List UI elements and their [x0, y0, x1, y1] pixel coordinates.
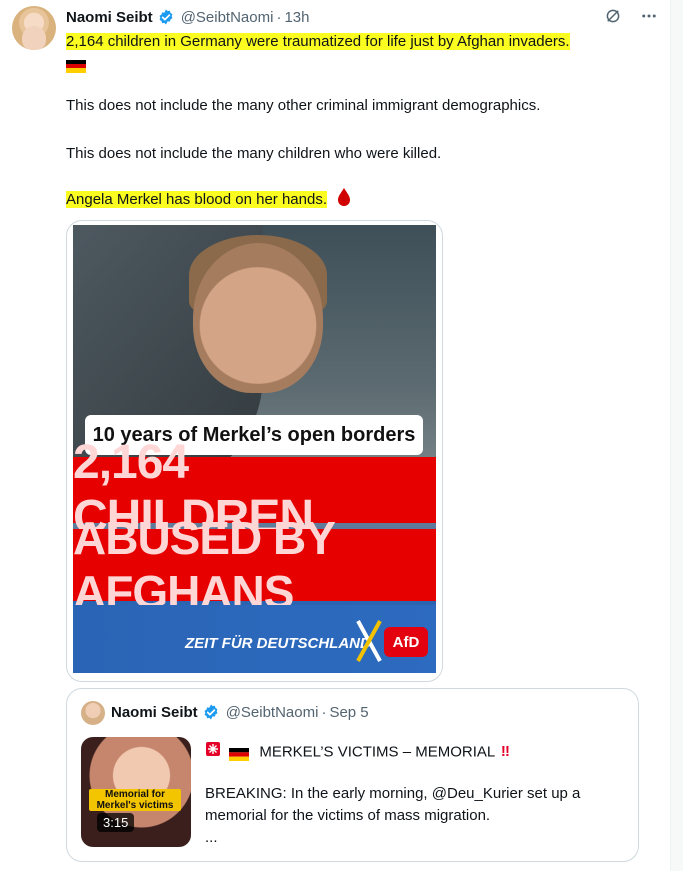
- tweet-header: Naomi Seibt @SeibtNaomi · 13h: [66, 6, 659, 28]
- author-name[interactable]: Naomi Seibt: [66, 9, 153, 26]
- german-flag-icon: [66, 59, 86, 73]
- separator-dot: ·: [276, 8, 282, 26]
- quoted-header: Naomi Seibt @SeibtNaomi · Sep 5: [111, 703, 369, 721]
- author-handle[interactable]: @SeibtNaomi: [181, 9, 274, 26]
- highlighted-text: 2,164 children in Germany were traumatiz…: [66, 33, 570, 50]
- german-flag-icon: [66, 56, 86, 76]
- quoted-handle[interactable]: @SeibtNaomi: [226, 704, 319, 721]
- post-image[interactable]: 10 years of Merkel’s open borders 2,164 …: [66, 220, 443, 682]
- quoted-date[interactable]: Sep 5: [329, 704, 368, 721]
- tweet-line-3: This does not include the many children …: [66, 145, 442, 162]
- blood-drop-icon: [337, 188, 351, 212]
- quoted-tweet-card[interactable]: Naomi Seibt @SeibtNaomi · Sep 5 Memorial…: [66, 688, 639, 862]
- german-flag-icon: [229, 746, 250, 761]
- tweet-line-4: Angela Merkel has blood on her hands.: [66, 188, 351, 212]
- video-duration: 3:15: [97, 813, 135, 832]
- image-bottom-bar: ZEIT FÜR DEUTSCHLAND. AfD: [73, 605, 436, 673]
- quoted-title: MERKEL’S VICTIMS – MEMORIAL: [259, 743, 495, 761]
- quoted-ellipsis: ...: [205, 829, 218, 846]
- header-actions: [603, 6, 659, 26]
- quoted-video-thumbnail[interactable]: Memorial for Merkel's victims 3:15: [81, 737, 191, 847]
- tweet-line-1: 2,164 children in Germany were traumatiz…: [66, 32, 570, 52]
- quoted-body-line-1: BREAKING: In the early morning, @Deu_Kur…: [205, 785, 581, 802]
- tweet-line-2: This does not include the many other cri…: [66, 97, 541, 114]
- quoted-title-line: MERKEL’S VICTIMS – MEMORIAL ‼: [205, 741, 510, 764]
- quoted-author-name[interactable]: Naomi Seibt: [111, 704, 198, 721]
- more-icon[interactable]: [639, 6, 659, 26]
- image-red-line-2: ABUSED BY AFGHANS: [73, 512, 436, 618]
- separator-dot: ·: [321, 703, 327, 721]
- verified-badge-icon: [202, 703, 220, 721]
- post-time[interactable]: 13h: [284, 9, 309, 26]
- siren-icon: [205, 741, 221, 764]
- image-slogan: ZEIT FÜR DEUTSCHLAND.: [185, 635, 375, 652]
- image-photo: 10 years of Merkel’s open borders 2,164 …: [73, 225, 436, 673]
- afd-x-icon: [356, 619, 382, 663]
- grok-icon[interactable]: [603, 6, 623, 26]
- child-face: [193, 243, 323, 393]
- double-exclamation-icon: ‼: [500, 743, 510, 761]
- thumbnail-sign: Memorial for Merkel's victims: [89, 789, 181, 811]
- right-rail: [670, 0, 683, 871]
- highlighted-text: Angela Merkel has blood on her hands.: [66, 190, 328, 208]
- verified-badge-icon: [157, 8, 175, 26]
- quoted-body-line-2: memorial for the victims of mass migrati…: [205, 807, 491, 824]
- afd-logo: AfD: [384, 627, 428, 657]
- quoted-author-avatar[interactable]: [81, 701, 105, 725]
- author-avatar[interactable]: [12, 6, 56, 50]
